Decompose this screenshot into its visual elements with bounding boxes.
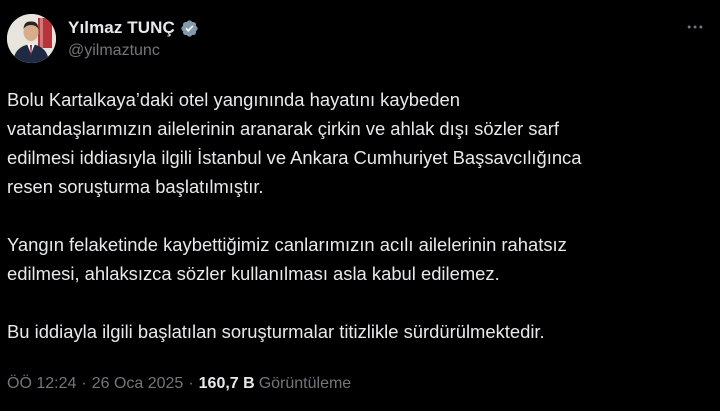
more-options-icon[interactable] [684, 16, 706, 38]
tweet: Yılmaz TUNÇ @yilmaztunc Bolu Kartalkaya’… [0, 0, 720, 411]
tweet-date[interactable]: 26 Oca 2025 [92, 375, 184, 393]
author-display-name[interactable]: Yılmaz TUNÇ [68, 18, 175, 38]
avatar[interactable] [7, 14, 56, 63]
tweet-paragraph: Yangın felaketinde kaybettiğimiz canları… [7, 234, 567, 284]
verified-badge-icon[interactable] [180, 19, 199, 38]
tweet-text: Bolu Kartalkaya’daki otel yangınında hay… [7, 85, 707, 346]
tweet-meta: ÖÖ 12:24 · 26 Oca 2025 · 160,7 B Görüntü… [7, 375, 351, 393]
meta-separator: · [81, 375, 87, 392]
views-label: Görüntüleme [258, 375, 352, 392]
tweet-paragraph: Bu iddiayla ilgili başlatılan soruşturma… [7, 321, 545, 342]
views-count: 160,7 B [198, 375, 255, 392]
author-name-row: Yılmaz TUNÇ [68, 17, 199, 39]
meta-separator: · [188, 375, 194, 392]
profile-photo-icon [7, 14, 56, 63]
author-handle[interactable]: @yilmaztunc [68, 42, 160, 60]
tweet-paragraph: Bolu Kartalkaya’daki otel yangınında hay… [7, 89, 582, 197]
tweet-time[interactable]: ÖÖ 12:24 [7, 375, 76, 393]
